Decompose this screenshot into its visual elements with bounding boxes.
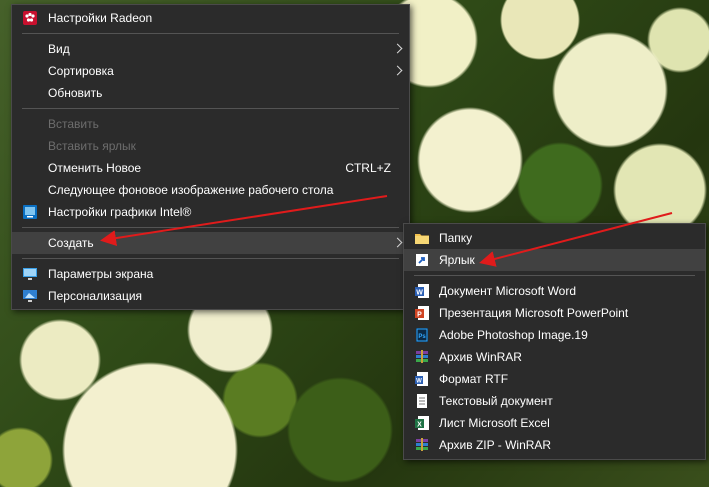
personalization-icon [22,288,38,304]
menu-item-label: Вид [48,42,70,56]
menu-item-refresh[interactable]: Обновить [12,82,409,104]
word-icon: W [414,283,430,299]
powerpoint-icon: P [414,305,430,321]
svg-text:P: P [417,312,422,319]
submenu-item-winrar-zip[interactable]: Архив ZIP - WinRAR [404,434,705,456]
submenu-item-rtf[interactable]: W Формат RTF [404,368,705,390]
radeon-icon [22,10,38,26]
submenu-item-text-document[interactable]: Текстовый документ [404,390,705,412]
menu-item-paste: Вставить [12,113,409,135]
menu-item-label: Текстовый документ [439,394,553,408]
menu-item-label: Отменить Новое [48,161,142,175]
svg-text:W: W [416,290,423,297]
menu-separator [22,108,399,109]
menu-item-personalization[interactable]: Персонализация [12,285,409,307]
desktop-context-menu: Настройки Radeon Вид Сортировка Обновить… [11,4,410,310]
menu-item-label: Архив WinRAR [439,350,522,364]
menu-item-label: Вставить [48,117,99,131]
svg-text:W: W [416,379,422,385]
svg-text:X: X [417,422,422,429]
menu-item-label: Сортировка [48,64,114,78]
menu-item-label: Создать [48,236,94,250]
menu-item-create[interactable]: Создать [12,232,409,254]
chevron-right-icon [392,237,403,248]
menu-item-label: Презентация Microsoft PowerPoint [439,306,629,320]
submenu-item-folder[interactable]: Папку [404,227,705,249]
svg-text:Ps: Ps [418,334,426,340]
menu-item-label: Настройки графики Intel® [48,205,192,219]
menu-item-label: Формат RTF [439,372,509,386]
folder-icon [414,230,430,246]
display-settings-icon [22,266,38,282]
menu-item-intel-graphics[interactable]: Настройки графики Intel® [12,201,409,223]
submenu-item-excel[interactable]: X Лист Microsoft Excel [404,412,705,434]
submenu-item-powerpoint[interactable]: P Презентация Microsoft PowerPoint [404,302,705,324]
menu-separator [414,275,695,276]
winrar-zip-icon [414,437,430,453]
menu-item-label: Папку [439,231,473,245]
rtf-icon: W [414,371,430,387]
chevron-right-icon [392,43,403,54]
shortcut-icon [414,252,430,268]
shortcut-label: CTRL+Z [345,161,391,175]
submenu-item-word[interactable]: W Документ Microsoft Word [404,280,705,302]
intel-graphics-icon [22,204,38,220]
menu-item-label: Лист Microsoft Excel [439,416,550,430]
menu-item-label: Ярлык [439,253,475,267]
photoshop-icon: Ps [414,327,430,343]
menu-item-view[interactable]: Вид [12,38,409,60]
menu-item-label: Архив ZIP - WinRAR [439,438,552,452]
menu-separator [22,227,399,228]
menu-separator [22,33,399,34]
menu-item-label: Adobe Photoshop Image.19 [439,328,588,342]
winrar-icon [414,349,430,365]
menu-separator [22,258,399,259]
menu-item-label: Следующее фоновое изображение рабочего с… [48,183,334,197]
excel-icon: X [414,415,430,431]
text-document-icon [414,393,430,409]
menu-item-label: Параметры экрана [48,267,154,281]
submenu-item-winrar[interactable]: Архив WinRAR [404,346,705,368]
menu-item-label: Настройки Radeon [48,11,153,25]
menu-item-label: Вставить ярлык [48,139,136,153]
menu-item-next-background[interactable]: Следующее фоновое изображение рабочего с… [12,179,409,201]
menu-item-label: Документ Microsoft Word [439,284,577,298]
menu-item-radeon-settings[interactable]: Настройки Radeon [12,7,409,29]
chevron-right-icon [392,65,403,76]
menu-item-display-settings[interactable]: Параметры экрана [12,263,409,285]
submenu-item-shortcut[interactable]: Ярлык [404,249,705,271]
menu-item-paste-shortcut: Вставить ярлык [12,135,409,157]
menu-item-label: Обновить [48,86,103,100]
create-submenu: Папку Ярлык W Документ Microsoft Word P … [403,223,706,460]
menu-item-undo-new[interactable]: Отменить Новое CTRL+Z [12,157,409,179]
submenu-item-photoshop[interactable]: Ps Adobe Photoshop Image.19 [404,324,705,346]
menu-item-sort[interactable]: Сортировка [12,60,409,82]
menu-item-label: Персонализация [48,289,143,303]
